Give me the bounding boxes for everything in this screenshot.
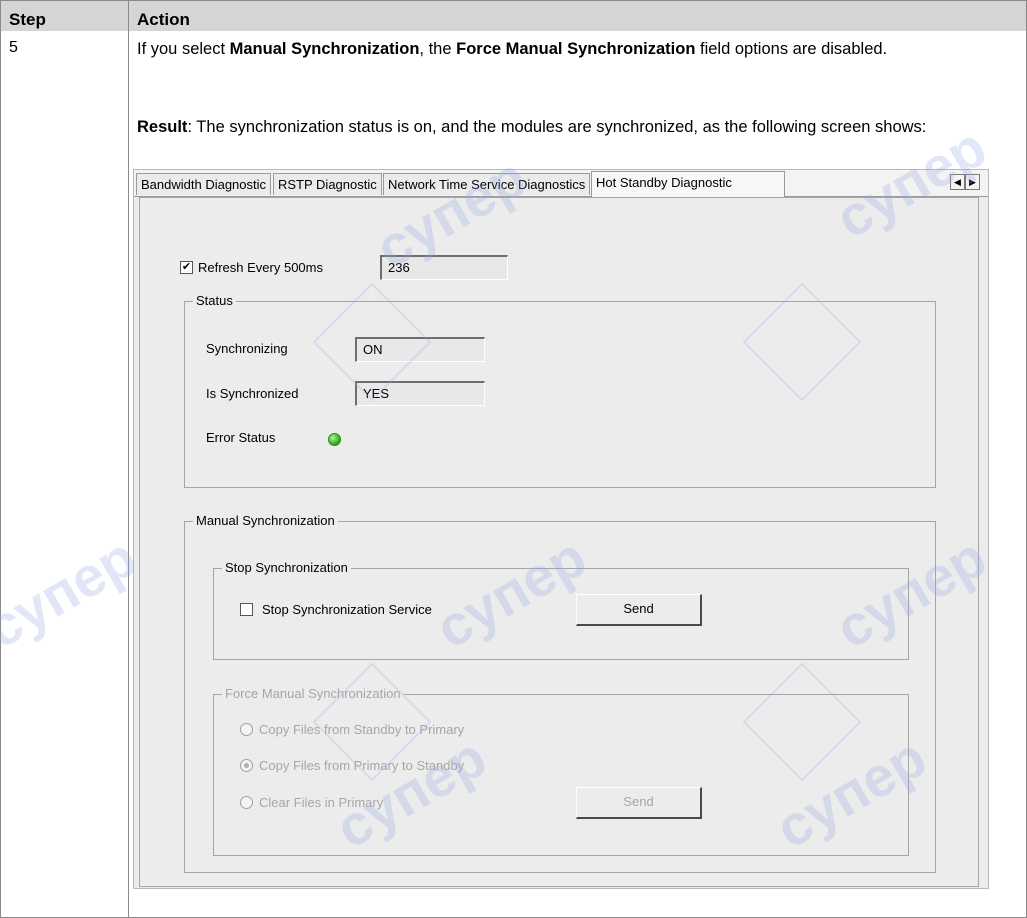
error-status-led-icon	[328, 433, 341, 446]
header-action: Action	[128, 0, 1027, 32]
action-result: Result: The synchronization status is on…	[137, 118, 1017, 137]
refresh-label: Refresh Every 500ms	[198, 260, 323, 275]
is-synchronized-field: YES	[355, 381, 485, 406]
hot-standby-panel: ✔ Refresh Every 500ms 236 Status Synchro…	[139, 197, 979, 887]
tab-rstp-diagnostic[interactable]: RSTP Diagnostic	[273, 173, 382, 195]
instruction-bold-force-sync: Force Manual Synchronization	[456, 40, 696, 58]
stop-sync-checkbox[interactable]	[240, 603, 253, 616]
result-text: : The synchronization status is on, and …	[187, 118, 927, 136]
instruction-bold-manual-sync: Manual Synchronization	[229, 40, 420, 58]
tab-network-time-service[interactable]: Network Time Service Diagnostics	[383, 173, 591, 195]
radio-copy-primary-to-standby[interactable]	[240, 759, 253, 772]
stop-sync-legend: Stop Synchronization	[222, 560, 351, 575]
force-sync-group: Force Manual Synchronization Copy Files …	[213, 686, 909, 856]
radio-label-clear-files-primary: Clear Files in Primary	[259, 795, 384, 810]
result-label: Result	[137, 118, 188, 136]
stop-sync-label: Stop Synchronization Service	[262, 602, 432, 617]
tab-hot-standby-diagnostic[interactable]: Hot Standby Diagnostic	[591, 171, 785, 197]
refresh-counter-field: 236	[380, 255, 508, 280]
tab-bandwidth-diagnostic[interactable]: Bandwidth Diagnostic	[136, 173, 272, 195]
radio-label-copy-standby-to-primary: Copy Files from Standby to Primary	[259, 722, 465, 737]
refresh-checkbox[interactable]: ✔	[180, 261, 193, 274]
status-legend: Status	[193, 293, 236, 308]
status-group: Status Synchronizing ON Is Synchronized …	[184, 293, 936, 488]
manual-sync-group: Manual Synchronization Stop Synchronizat…	[184, 513, 936, 873]
step-number: 5	[9, 39, 18, 56]
instruction-text: If you select	[137, 40, 230, 58]
radio-copy-standby-to-primary[interactable]	[240, 723, 253, 736]
instruction-text: , the	[419, 40, 457, 58]
is-synchronized-label: Is Synchronized	[206, 386, 299, 401]
tab-scroll-left-icon[interactable]: ◀	[950, 174, 965, 190]
synchronizing-label: Synchronizing	[206, 341, 288, 356]
hot-standby-screenshot: Bandwidth Diagnostic RSTP Diagnostic Net…	[133, 169, 989, 889]
instruction-text: field options are disabled.	[695, 40, 888, 58]
stop-sync-group: Stop Synchronization Stop Synchronizatio…	[213, 560, 909, 660]
header-step: Step	[0, 0, 129, 32]
stop-sync-send-button[interactable]: Send	[576, 594, 702, 626]
force-sync-legend: Force Manual Synchronization	[222, 686, 404, 701]
radio-clear-files-primary[interactable]	[240, 796, 253, 809]
radio-label-copy-primary-to-standby: Copy Files from Primary to Standby	[259, 758, 465, 773]
step-cell: 5	[0, 31, 129, 918]
action-instruction: If you select Manual Synchronization, th…	[137, 40, 1017, 59]
synchronizing-field: ON	[355, 337, 485, 362]
tab-scroll-right-icon[interactable]: ▶	[965, 174, 980, 190]
tab-bar: Bandwidth Diagnostic RSTP Diagnostic Net…	[134, 170, 988, 197]
force-sync-send-button[interactable]: Send	[576, 787, 702, 819]
manual-sync-legend: Manual Synchronization	[193, 513, 338, 528]
error-status-label: Error Status	[206, 430, 276, 445]
